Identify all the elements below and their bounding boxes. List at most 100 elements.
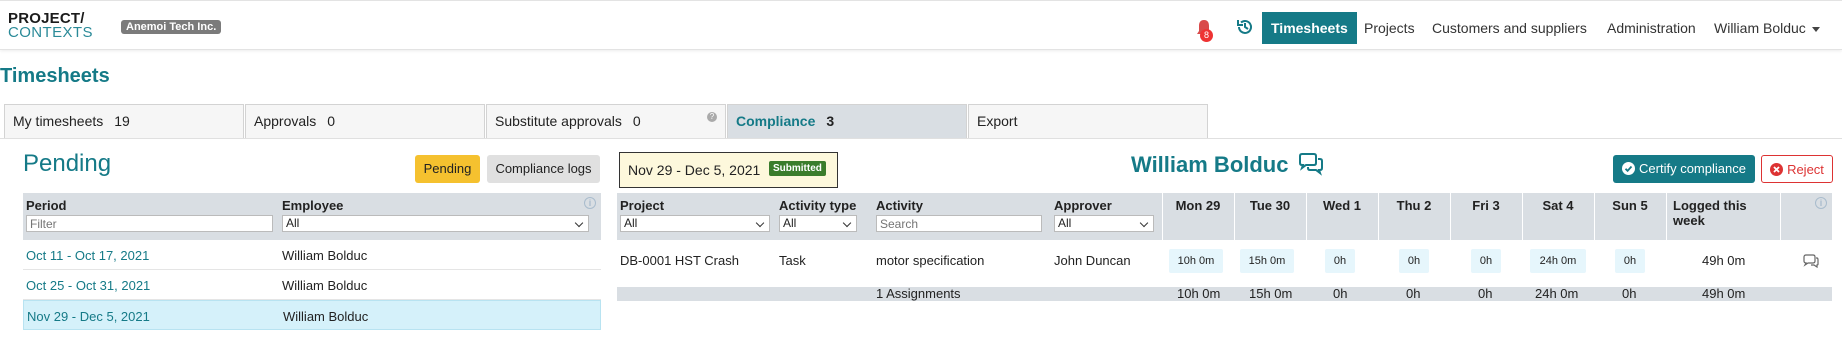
totals-row: 1 Assignments 10h 0m 15h 0m 0h 0h 0h 24h… <box>617 286 1832 301</box>
table-row: DB-0001 HST Crash Task motor specificati… <box>617 241 1832 279</box>
status-badge: Submitted <box>769 161 826 176</box>
hour-cell[interactable]: 24h 0m <box>1530 249 1586 273</box>
activity-search-input[interactable] <box>876 215 1042 232</box>
app-logo[interactable]: PROJECT/ CONTEXTS <box>8 11 93 41</box>
user-name: William Bolduc <box>1714 20 1806 36</box>
pending-button[interactable]: Pending <box>415 155 480 183</box>
tab-export[interactable]: Export <box>968 104 1208 138</box>
day-total: 0h <box>1478 286 1493 301</box>
nav-customers-suppliers[interactable]: Customers and suppliers <box>1432 12 1587 44</box>
tab-label: My timesheets <box>13 113 104 129</box>
top-navbar: PROJECT/ CONTEXTS Anemoi Tech Inc. 8 Tim… <box>0 0 1842 50</box>
day-total: 0h <box>1333 286 1348 301</box>
tab-count: 0 <box>632 113 641 129</box>
activity-type-cell: Task <box>779 253 806 268</box>
column-divider <box>1780 193 1781 240</box>
day-total: 24h 0m <box>1535 286 1579 301</box>
activity-type-header: Activity type <box>779 198 857 213</box>
info-icon[interactable]: i <box>1815 197 1827 209</box>
hour-cell[interactable]: 0h <box>1399 249 1429 273</box>
nav-timesheets[interactable]: Timesheets <box>1262 12 1357 44</box>
activity-type-filter-select[interactable]: All <box>779 215 857 232</box>
day-header: Sun 5 <box>1612 198 1648 213</box>
period-header: Period <box>26 198 67 213</box>
check-circle-icon <box>1622 162 1636 175</box>
notification-count-badge: 8 <box>1200 29 1213 42</box>
compliance-logs-button[interactable]: Compliance logs <box>487 155 600 183</box>
hour-cell[interactable]: 15h 0m <box>1240 249 1294 273</box>
hour-cell[interactable]: 10h 0m <box>1169 249 1223 273</box>
tab-count: 3 <box>826 113 835 129</box>
approver-header: Approver <box>1054 198 1112 213</box>
project-column: Project All <box>620 198 770 232</box>
tab-label: Compliance <box>736 113 816 129</box>
employee-cell: William Bolduc <box>282 248 368 263</box>
day-total: 0h <box>1622 286 1637 301</box>
selected-period-box: Nov 29 - Dec 5, 2021 Submitted <box>619 152 838 188</box>
reject-label: Reject <box>1787 162 1824 177</box>
approver-filter-select[interactable]: All <box>1054 215 1154 232</box>
x-circle-icon <box>1770 163 1784 176</box>
timesheet-table: Project All Activity type All Activity A… <box>617 193 1832 301</box>
nav-projects[interactable]: Projects <box>1364 12 1415 44</box>
period-link[interactable]: Nov 29 - Dec 5, 2021 <box>27 309 150 324</box>
comments-icon[interactable] <box>1297 152 1325 176</box>
certify-compliance-button[interactable]: Certify compliance <box>1613 155 1755 183</box>
help-icon[interactable]: ? <box>707 112 717 122</box>
table-header: Project All Activity type All Activity A… <box>617 193 1832 240</box>
approver-link[interactable]: John Duncan <box>1054 253 1131 268</box>
employee-name-heading: William Bolduc <box>1131 152 1289 177</box>
period-link[interactable]: Oct 25 - Oct 31, 2021 <box>26 278 150 293</box>
reject-button[interactable]: Reject <box>1761 155 1833 183</box>
tab-divider <box>0 138 1842 139</box>
project-filter-select[interactable]: All <box>620 215 770 232</box>
period-filter-input[interactable] <box>26 215 273 232</box>
hour-cell[interactable]: 0h <box>1471 249 1501 273</box>
logged-header: Logged this week <box>1673 198 1747 228</box>
project-header: Project <box>620 198 665 213</box>
tab-my-timesheets[interactable]: My timesheets 19 <box>4 104 244 138</box>
assignments-total: 1 Assignments <box>876 286 961 301</box>
nav-administration[interactable]: Administration <box>1607 12 1696 44</box>
day-total: 0h <box>1406 286 1421 301</box>
hour-cell[interactable]: 0h <box>1325 249 1355 273</box>
activity-link[interactable]: motor specification <box>876 253 984 268</box>
tab-count: 19 <box>114 113 130 129</box>
period-link[interactable]: Oct 11 - Oct 17, 2021 <box>26 248 149 263</box>
day-header: Fri 3 <box>1472 198 1500 213</box>
history-icon[interactable] <box>1235 17 1255 37</box>
day-header: Thu 2 <box>1396 198 1432 213</box>
project-cell: DB-0001 HST Crash <box>620 253 739 268</box>
employee-column: Employee All <box>282 198 597 232</box>
logged-header-line1: Logged this <box>1673 198 1747 213</box>
tab-substitute-approvals[interactable]: Substitute approvals 0 ? <box>486 104 726 138</box>
day-total: 15h 0m <box>1249 286 1293 301</box>
period-column: Period <box>26 198 276 232</box>
tab-label: Export <box>977 113 1018 129</box>
activity-header: Activity <box>876 198 923 213</box>
employee-cell: William Bolduc <box>282 278 368 293</box>
employee-filter-select[interactable]: All <box>282 215 589 232</box>
logged-header-line2: week <box>1673 213 1705 228</box>
company-badge: Anemoi Tech Inc. <box>121 20 222 34</box>
employee-header: Employee <box>282 198 344 213</box>
table-row-selected[interactable]: Nov 29 - Dec 5, 2021 William Bolduc <box>23 300 601 330</box>
tab-approvals[interactable]: Approvals 0 <box>245 104 485 138</box>
comment-icon[interactable] <box>1802 254 1820 268</box>
table-header: Period Employee All i <box>23 193 601 240</box>
table-row[interactable]: Oct 25 - Oct 31, 2021 William Bolduc <box>23 270 601 300</box>
tab-label: Approvals <box>254 113 317 129</box>
tab-count: 0 <box>327 113 336 129</box>
pending-title: Pending <box>23 150 112 177</box>
pending-table: Period Employee All i Oct 11 - Oct 17, 2… <box>23 193 601 330</box>
activity-column: Activity <box>876 198 1042 232</box>
logo-line2: CONTEXTS <box>8 24 93 41</box>
table-row[interactable]: Oct 11 - Oct 17, 2021 William Bolduc <box>23 240 601 270</box>
hour-cell[interactable]: 0h <box>1615 249 1645 273</box>
tab-compliance[interactable]: Compliance 3 <box>727 104 967 138</box>
day-header: Wed 1 <box>1322 198 1362 213</box>
info-icon[interactable]: i <box>584 197 596 209</box>
user-menu[interactable]: William Bolduc <box>1714 12 1820 44</box>
day-total: 10h 0m <box>1177 286 1221 301</box>
approver-column: Approver All <box>1054 198 1154 232</box>
